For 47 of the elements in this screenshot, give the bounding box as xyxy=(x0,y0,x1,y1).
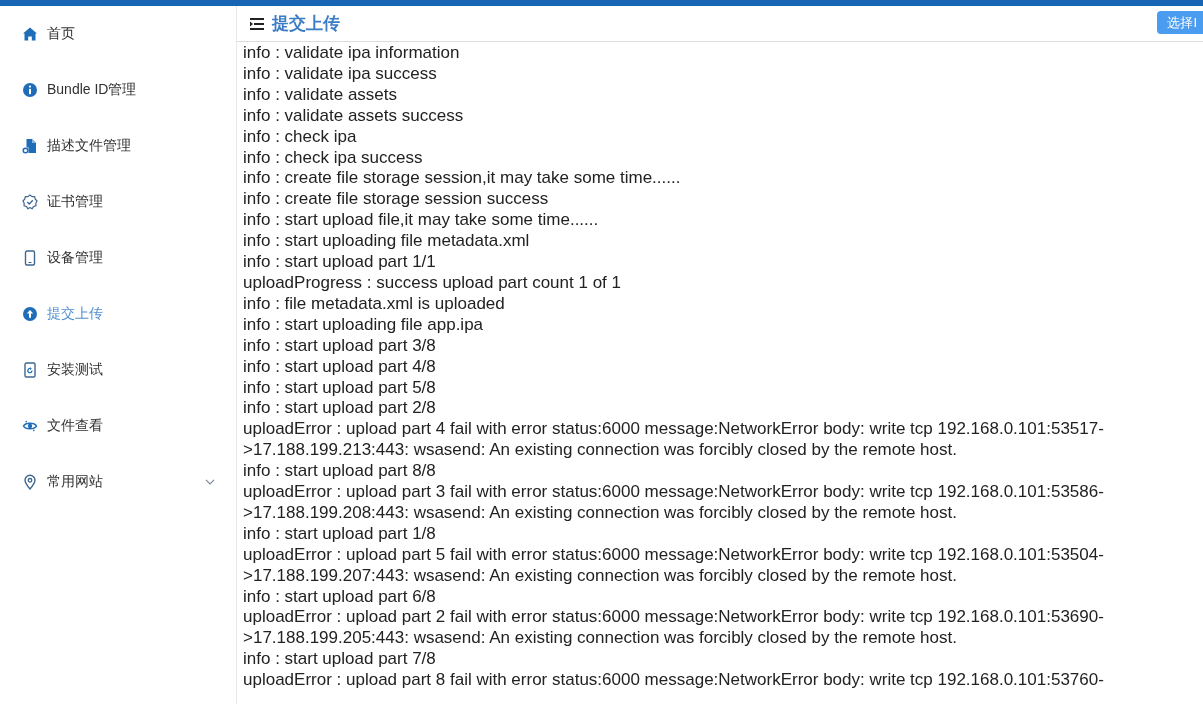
log-line: uploadError : upload part 4 fail with error status:6000 message:NetworkError body: write tcp 192.168.0.101:53517- >17.188.199.213:443: wsasend: An existing connection was forcibly closed by the remote host. xyxy=(243,419,1105,462)
log-line: info : start upload part 8/8 xyxy=(243,461,437,483)
sidebar-item[interactable]: 证书管理 xyxy=(0,174,236,230)
menu-icon[interactable] xyxy=(250,17,264,30)
sidebar-item[interactable]: 描述文件管理 xyxy=(0,118,236,174)
log-line: uploadError : upload part 8 fail with error status:6000 message:NetworkError body: write tcp 192.168.0.101:53760- xyxy=(243,670,1105,692)
log-line: uploadProgress : success upload part count 1 of 1 xyxy=(243,272,622,294)
badge-check-icon xyxy=(22,194,38,210)
log-line: uploadError : upload part 3 fail with error status:6000 message:NetworkError body: write tcp 192.168.0.101:53586- >17.188.199.208:443: wsasend: An existing connection was forcibly closed by the remote host. xyxy=(243,482,1105,524)
log-line: info : start upload part 3/8 xyxy=(243,335,437,357)
log-line: info : validate ipa success xyxy=(243,63,438,85)
log-line: info : start upload part 4/8 xyxy=(243,356,437,378)
log-line: info : check ipa success xyxy=(243,147,424,169)
log-line: info : start upload part 1/8 xyxy=(243,523,437,545)
log-line: info : validate assets xyxy=(243,84,399,106)
log-line: info : file metadata.xml is uploaded xyxy=(243,293,506,315)
log-line: info : start upload part 1/1 xyxy=(243,252,437,273)
tablet-refresh-icon xyxy=(22,362,38,378)
eye-refresh-icon xyxy=(22,418,38,434)
sidebar-item[interactable]: 设备管理 xyxy=(0,230,236,286)
log-line: info : start uploading file app.ipa xyxy=(243,314,485,336)
upload-icon xyxy=(22,306,38,322)
log-line: info : create file storage session,it may take some time...... xyxy=(243,168,682,190)
log-line: info : validate ipa information xyxy=(243,43,461,64)
phone-icon xyxy=(22,250,38,266)
sidebar-item[interactable]: 文件查看 xyxy=(0,398,236,454)
log-line: info : validate assets success xyxy=(243,105,465,127)
sidebar-item[interactable]: 安装测试 xyxy=(0,342,236,398)
location-pin-icon xyxy=(22,474,38,490)
log-line: info : start upload part 5/8 xyxy=(243,377,437,399)
log-line: uploadError : upload part 5 fail with error status:6000 message:NetworkError body: write tcp 192.168.0.101:53504- >17.188.199.207:443: wsasend: An existing connection was forcibly closed by the remote host. xyxy=(243,544,1105,587)
page-title: 提交上传 xyxy=(272,13,340,35)
log-line: info : start upload part 6/8 xyxy=(243,586,437,608)
log-line: info : create file storage session success xyxy=(243,189,550,211)
log-line: info : start uploading file metadata.xml xyxy=(243,231,531,253)
log-line: uploadError : upload part 2 fail with error status:6000 message:NetworkError body: write tcp 192.168.0.101:53690- >17.188.199.205:443: wsasend: An existing connection was forcibly closed by the remote host. xyxy=(243,607,1105,650)
sidebar-item[interactable]: 提交上传 xyxy=(0,286,236,342)
sidebar-item[interactable]: 首页 xyxy=(0,6,236,62)
sidebar-item[interactable]: 常用网站 xyxy=(0,454,236,510)
log-line: info : start upload part 2/8 xyxy=(243,398,437,420)
log-line: info : start upload file,it may take some time...... xyxy=(243,210,600,232)
info-icon xyxy=(22,82,38,98)
home-icon xyxy=(22,26,38,42)
document-icon xyxy=(22,138,38,154)
log-line: info : start upload part 7/8 xyxy=(243,649,437,671)
sidebar-item[interactable]: Bundle ID管理 xyxy=(0,62,236,118)
log-line: info : check ipa xyxy=(243,126,358,148)
